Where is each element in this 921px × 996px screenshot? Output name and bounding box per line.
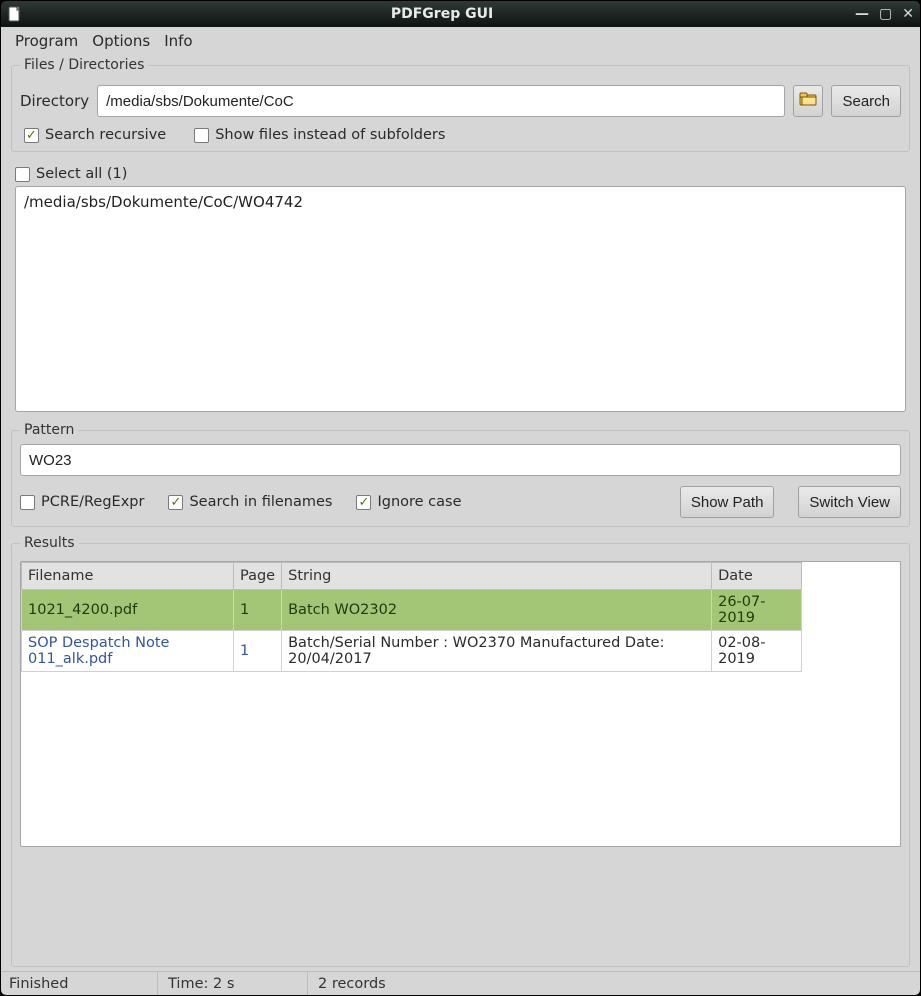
files-directories-legend: Files / Directories [20, 57, 148, 73]
col-page[interactable]: Page [234, 563, 282, 590]
col-string[interactable]: String [282, 563, 712, 590]
status-time: Time: 2 s [157, 972, 307, 995]
table-row[interactable]: SOP Despatch Note 011_alk.pdf 1 Batch/Se… [22, 631, 802, 672]
close-button[interactable]: ✕ [902, 7, 914, 21]
menu-info[interactable]: Info [164, 32, 192, 50]
show-files-checkbox[interactable]: Show files instead of subfolders [194, 127, 445, 143]
maximize-button[interactable]: ▢ [879, 7, 892, 21]
checkbox-icon [24, 128, 39, 143]
menubar: Program Options Info [5, 31, 916, 55]
checkbox-icon [168, 495, 183, 510]
folder-icon [799, 91, 817, 111]
pattern-group: Pattern PCRE/RegExpr Search in filenames… [11, 422, 910, 527]
cell-page: 1 [234, 590, 282, 631]
ignore-case-label: Ignore case [377, 494, 461, 510]
checkbox-icon [15, 167, 30, 182]
search-recursive-label: Search recursive [45, 127, 166, 143]
browse-folder-button[interactable] [793, 85, 823, 117]
results-group: Results Filename Page String Date 1021_4… [11, 535, 910, 967]
table-row[interactable]: 1021_4200.pdf 1 Batch WO2302 26-07-2019 [22, 590, 802, 631]
cell-page: 1 [234, 631, 282, 672]
titlebar: PDFGrep GUI — ▢ ✕ [1, 1, 920, 27]
pattern-input[interactable] [20, 444, 901, 476]
statusbar: Finished Time: 2 s 2 records [1, 971, 920, 995]
switch-view-button[interactable]: Switch View [798, 486, 901, 518]
col-filename[interactable]: Filename [22, 563, 234, 590]
results-table-container[interactable]: Filename Page String Date 1021_4200.pdf … [20, 561, 901, 847]
cell-date: 02-08-2019 [712, 631, 802, 672]
cell-date: 26-07-2019 [712, 590, 802, 631]
folder-listbox[interactable]: /media/sbs/Dokumente/CoC/WO4742 [15, 186, 906, 412]
pcre-label: PCRE/RegExpr [41, 494, 144, 510]
select-all-label: Select all (1) [36, 166, 127, 182]
app-window: PDFGrep GUI — ▢ ✕ Program Options Info F… [0, 0, 921, 996]
results-table: Filename Page String Date 1021_4200.pdf … [21, 562, 802, 672]
checkbox-icon [356, 495, 371, 510]
cell-filename: 1021_4200.pdf [22, 590, 234, 631]
menu-program[interactable]: Program [15, 32, 78, 50]
checkbox-icon [20, 495, 35, 510]
menu-options[interactable]: Options [92, 32, 150, 50]
minimize-button[interactable]: — [855, 7, 869, 21]
pattern-legend: Pattern [20, 422, 78, 438]
directory-input[interactable] [97, 85, 785, 117]
app-body: Program Options Info Files / Directories… [1, 27, 920, 971]
search-recursive-checkbox[interactable]: Search recursive [24, 127, 166, 143]
show-files-label: Show files instead of subfolders [215, 127, 445, 143]
show-path-button[interactable]: Show Path [680, 486, 775, 518]
list-item[interactable]: /media/sbs/Dokumente/CoC/WO4742 [24, 193, 897, 211]
search-in-filenames-checkbox[interactable]: Search in filenames [168, 494, 332, 510]
cell-string: Batch/Serial Number : WO2370 Manufacture… [282, 631, 712, 672]
status-state: Finished [7, 972, 157, 995]
cell-filename: SOP Despatch Note 011_alk.pdf [22, 631, 234, 672]
col-date[interactable]: Date [712, 563, 802, 590]
search-in-filenames-label: Search in filenames [189, 494, 332, 510]
checkbox-icon [194, 128, 209, 143]
window-title: PDFGrep GUI [29, 6, 855, 22]
status-records: 2 records [307, 972, 914, 995]
results-legend: Results [20, 535, 79, 551]
search-button[interactable]: Search [831, 85, 901, 117]
cell-string: Batch WO2302 [282, 590, 712, 631]
ignore-case-checkbox[interactable]: Ignore case [356, 494, 461, 510]
directory-label: Directory [20, 92, 89, 110]
files-directories-group: Files / Directories Directory Search [11, 57, 910, 152]
app-icon [7, 6, 23, 22]
pcre-checkbox[interactable]: PCRE/RegExpr [20, 494, 144, 510]
select-all-checkbox[interactable]: Select all (1) [15, 166, 127, 182]
